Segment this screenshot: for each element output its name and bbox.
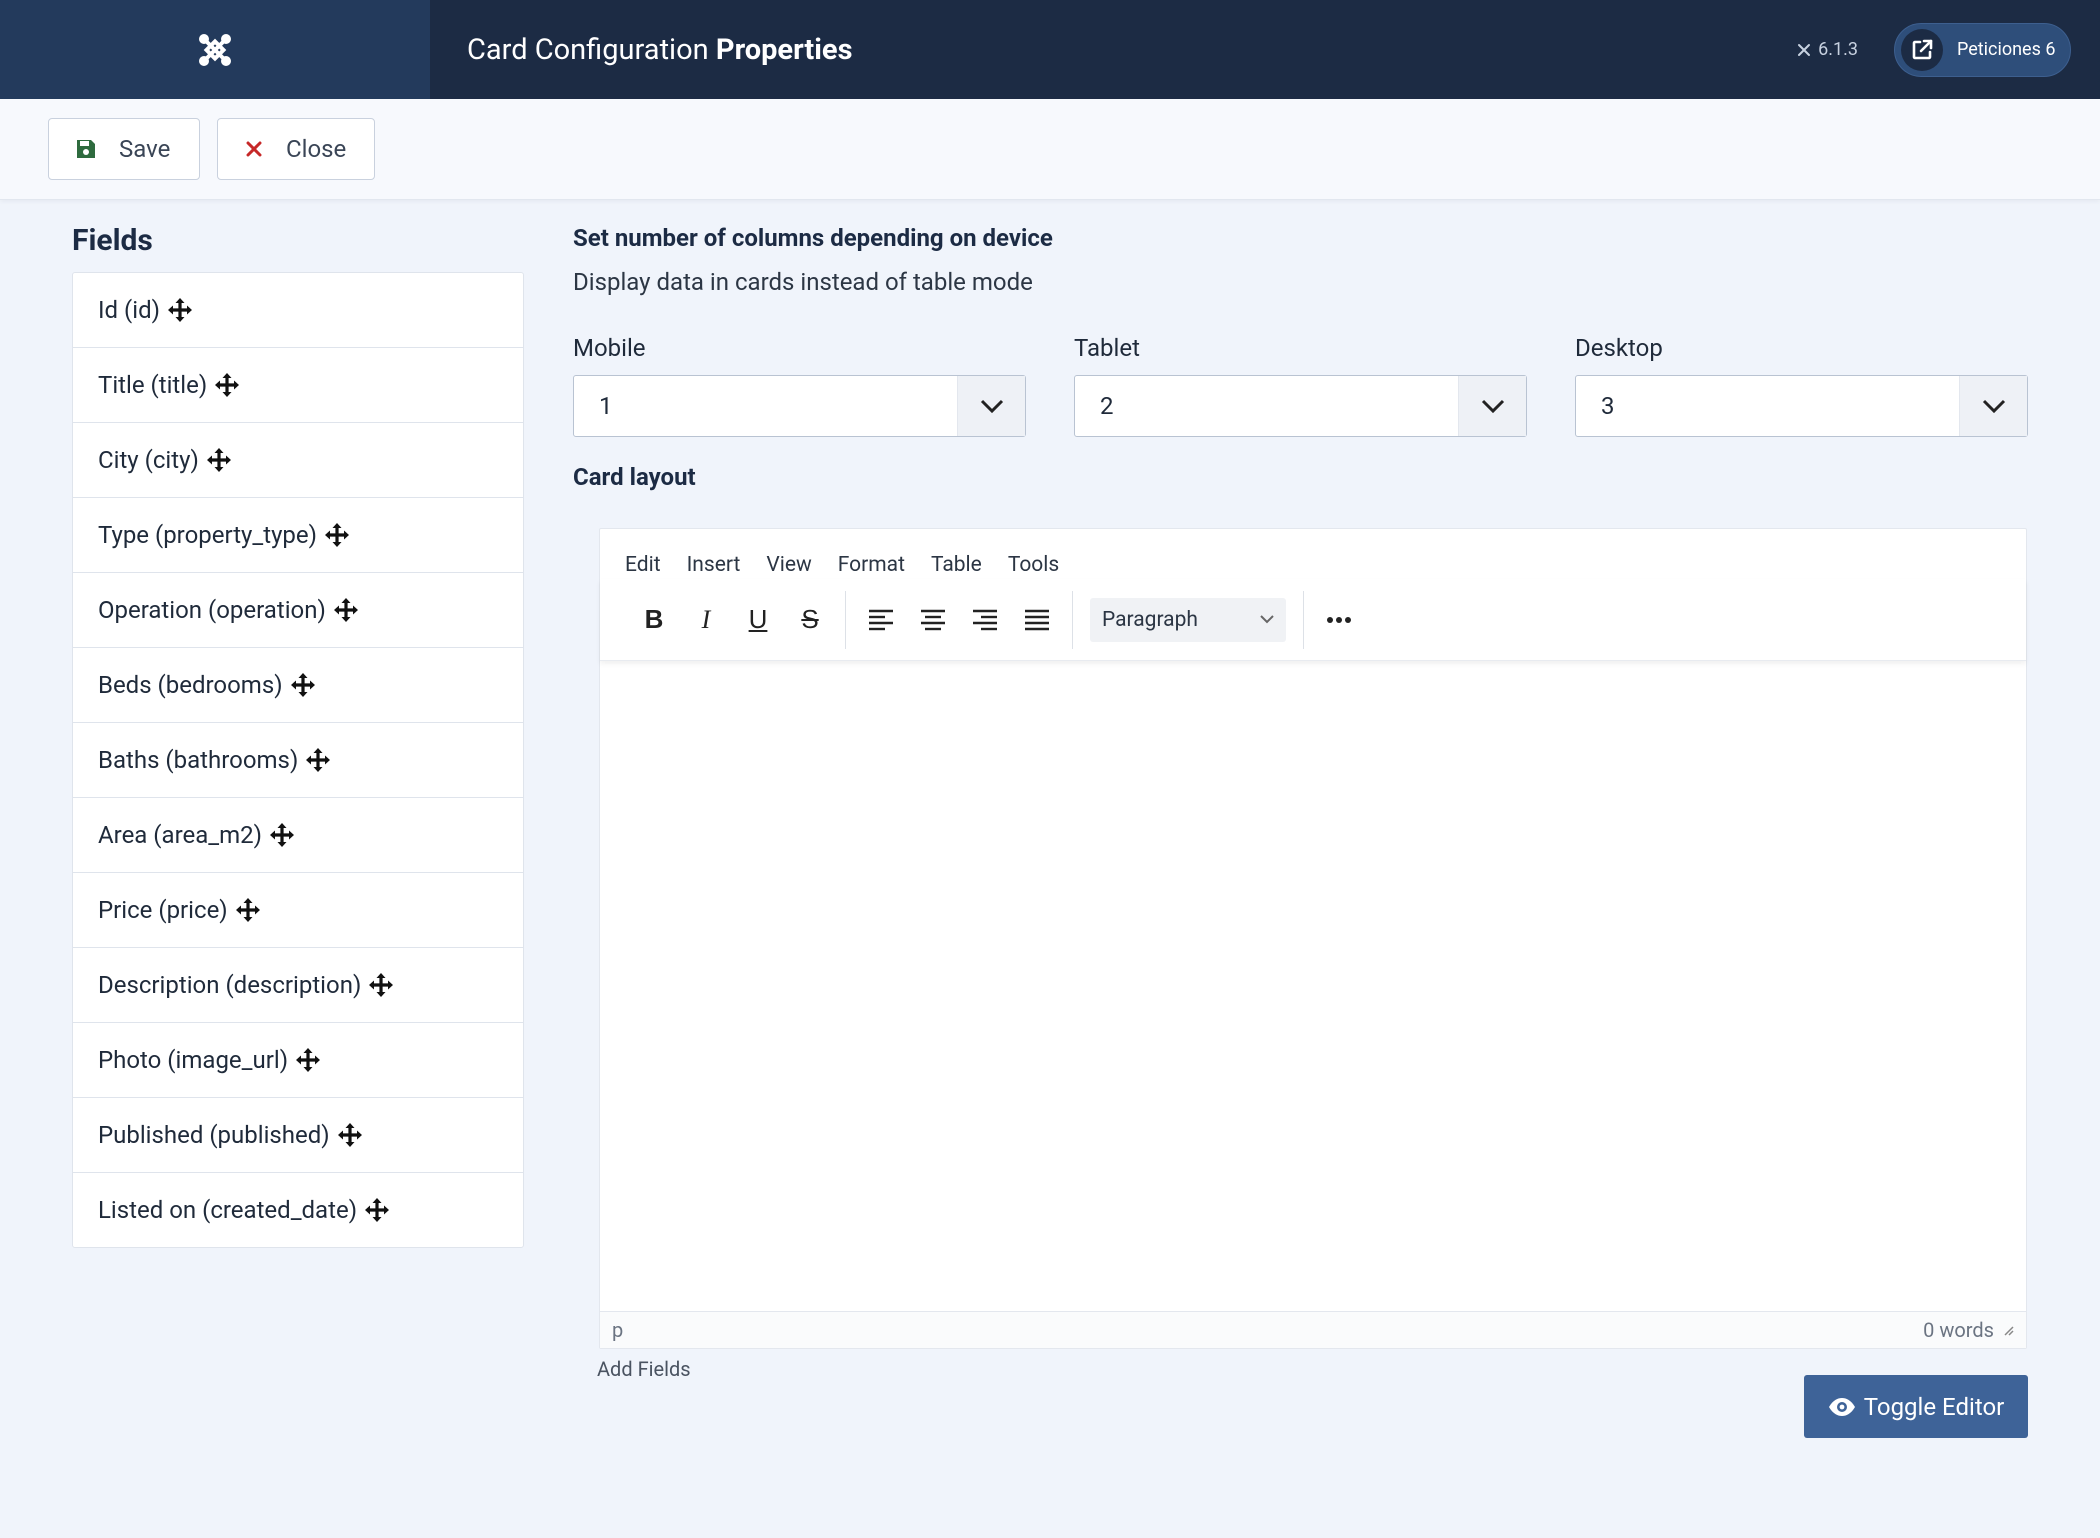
rich-text-editor: Edit Insert View Format Table Tools B I … — [599, 528, 2027, 1349]
field-item-label: Id (id) — [98, 296, 160, 324]
editor-content-area[interactable] — [600, 661, 2026, 1313]
field-item-label: Photo (image_url) — [98, 1046, 289, 1074]
drag-move-icon[interactable] — [365, 1198, 390, 1222]
drag-move-icon[interactable] — [206, 448, 231, 472]
drag-move-icon[interactable] — [337, 1123, 362, 1147]
field-item-label: Baths (bathrooms) — [98, 746, 299, 774]
italic-icon[interactable]: I — [680, 598, 732, 642]
drag-move-icon[interactable] — [215, 373, 240, 397]
menu-table[interactable]: Table — [931, 553, 982, 579]
field-item[interactable]: Title (title) — [73, 348, 523, 423]
close-button[interactable]: Close — [217, 118, 375, 180]
drag-move-icon[interactable] — [167, 298, 192, 322]
chevron-down-icon — [1458, 376, 1526, 436]
tablet-label: Tablet — [1074, 334, 1140, 362]
mobile-label: Mobile — [573, 334, 646, 362]
strikethrough-icon[interactable]: S — [784, 598, 836, 642]
field-item-label: City (city) — [98, 446, 199, 474]
bold-icon[interactable]: B — [628, 598, 680, 642]
menu-format[interactable]: Format — [838, 553, 905, 579]
align-center-icon[interactable] — [907, 598, 959, 642]
requests-label: Peticiones 6 — [1957, 39, 2056, 60]
drag-move-icon[interactable] — [369, 973, 394, 997]
save-button[interactable]: Save — [48, 118, 200, 180]
field-item[interactable]: Type (property_type) — [73, 498, 523, 573]
toolbar-divider — [1072, 590, 1073, 649]
field-item-label: Beds (bedrooms) — [98, 671, 283, 699]
chevron-down-icon — [957, 376, 1025, 436]
editor-format-toolbar: B I U S Paragraph — [600, 579, 2026, 661]
drag-move-icon[interactable] — [235, 898, 260, 922]
drag-move-icon[interactable] — [269, 823, 294, 847]
field-item[interactable]: Photo (image_url) — [73, 1023, 523, 1098]
field-item[interactable]: Description (description) — [73, 948, 523, 1023]
toolbar-divider — [1303, 590, 1304, 649]
underline-icon[interactable]: U — [732, 598, 784, 642]
field-item-label: Description (description) — [98, 971, 362, 999]
menu-tools[interactable]: Tools — [1008, 553, 1059, 579]
requests-button[interactable]: Peticiones 6 — [1894, 22, 2071, 77]
menu-edit[interactable]: Edit — [625, 553, 661, 579]
page-title: Card Configuration Properties — [467, 32, 853, 67]
desktop-select[interactable]: 3 — [1575, 375, 2028, 437]
editor-menubar: Edit Insert View Format Table Tools — [600, 529, 2026, 579]
joomla-logo-icon — [199, 33, 231, 66]
desktop-label: Desktop — [1575, 334, 1663, 362]
save-icon — [75, 138, 97, 160]
field-item[interactable]: Baths (bathrooms) — [73, 723, 523, 798]
external-link-icon — [1901, 28, 1943, 71]
drag-move-icon[interactable] — [306, 748, 331, 772]
drag-move-icon[interactable] — [290, 673, 315, 697]
field-item-label: Area (area_m2) — [98, 821, 262, 849]
drag-move-icon[interactable] — [325, 523, 349, 547]
version-badge: 6.1.3 — [1796, 39, 1858, 60]
field-item[interactable]: Listed on (created_date) — [73, 1173, 523, 1247]
tablet-select[interactable]: 2 — [1074, 375, 1527, 437]
field-item-label: Operation (operation) — [98, 596, 326, 624]
eye-icon — [1828, 1397, 1855, 1416]
align-justify-icon[interactable] — [1011, 598, 1063, 642]
drag-move-icon[interactable] — [333, 598, 358, 622]
align-right-icon[interactable] — [959, 598, 1011, 642]
field-item[interactable]: Published (published) — [73, 1098, 523, 1173]
fields-title: Fields — [72, 223, 153, 258]
resize-handle-icon[interactable] — [2002, 1324, 2014, 1336]
field-item-label: Type (property_type) — [98, 521, 317, 549]
toolbar-divider — [845, 590, 846, 649]
field-item[interactable]: Id (id) — [73, 273, 523, 348]
add-fields-label: Add Fields — [597, 1357, 691, 1381]
menu-view[interactable]: View — [766, 553, 811, 579]
action-toolbar: Save Close — [0, 99, 2100, 200]
field-item-label: Published (published) — [98, 1121, 330, 1149]
block-format-select[interactable]: Paragraph — [1090, 597, 1286, 642]
menu-insert[interactable]: Insert — [687, 553, 741, 579]
logo-area[interactable] — [0, 0, 430, 99]
toggle-editor-button[interactable]: Toggle Editor — [1804, 1375, 2028, 1438]
field-item-label: Price (price) — [98, 896, 228, 924]
app-header: Card Configuration Properties 6.1.3 Peti… — [0, 0, 2100, 99]
align-left-icon[interactable] — [855, 598, 907, 642]
field-item[interactable]: City (city) — [73, 423, 523, 498]
field-item[interactable]: Beds (bedrooms) — [73, 648, 523, 723]
mobile-select[interactable]: 1 — [573, 375, 1026, 437]
joomla-small-icon — [1798, 43, 1811, 56]
field-item-label: Title (title) — [98, 371, 208, 399]
columns-heading: Set number of columns depending on devic… — [573, 224, 1053, 252]
chevron-down-icon — [1959, 376, 2027, 436]
drag-move-icon[interactable] — [296, 1048, 321, 1072]
element-path[interactable]: p — [612, 1318, 623, 1342]
word-count: 0 words — [1923, 1318, 1994, 1342]
close-icon — [244, 139, 264, 159]
editor-statusbar: p 0 words — [600, 1311, 2026, 1348]
columns-description: Display data in cards instead of table m… — [573, 268, 1033, 296]
fields-list: Id (id) Title (title) City (city) Type (pro… — [72, 272, 524, 1248]
card-layout-heading: Card layout — [573, 463, 696, 491]
field-item-label: Listed on (created_date) — [98, 1196, 358, 1224]
field-item[interactable]: Price (price) — [73, 873, 523, 948]
chevron-down-icon — [1260, 615, 1274, 624]
field-item[interactable]: Operation (operation) — [73, 573, 523, 648]
field-item[interactable]: Area (area_m2) — [73, 798, 523, 873]
more-options-icon[interactable] — [1313, 598, 1365, 642]
